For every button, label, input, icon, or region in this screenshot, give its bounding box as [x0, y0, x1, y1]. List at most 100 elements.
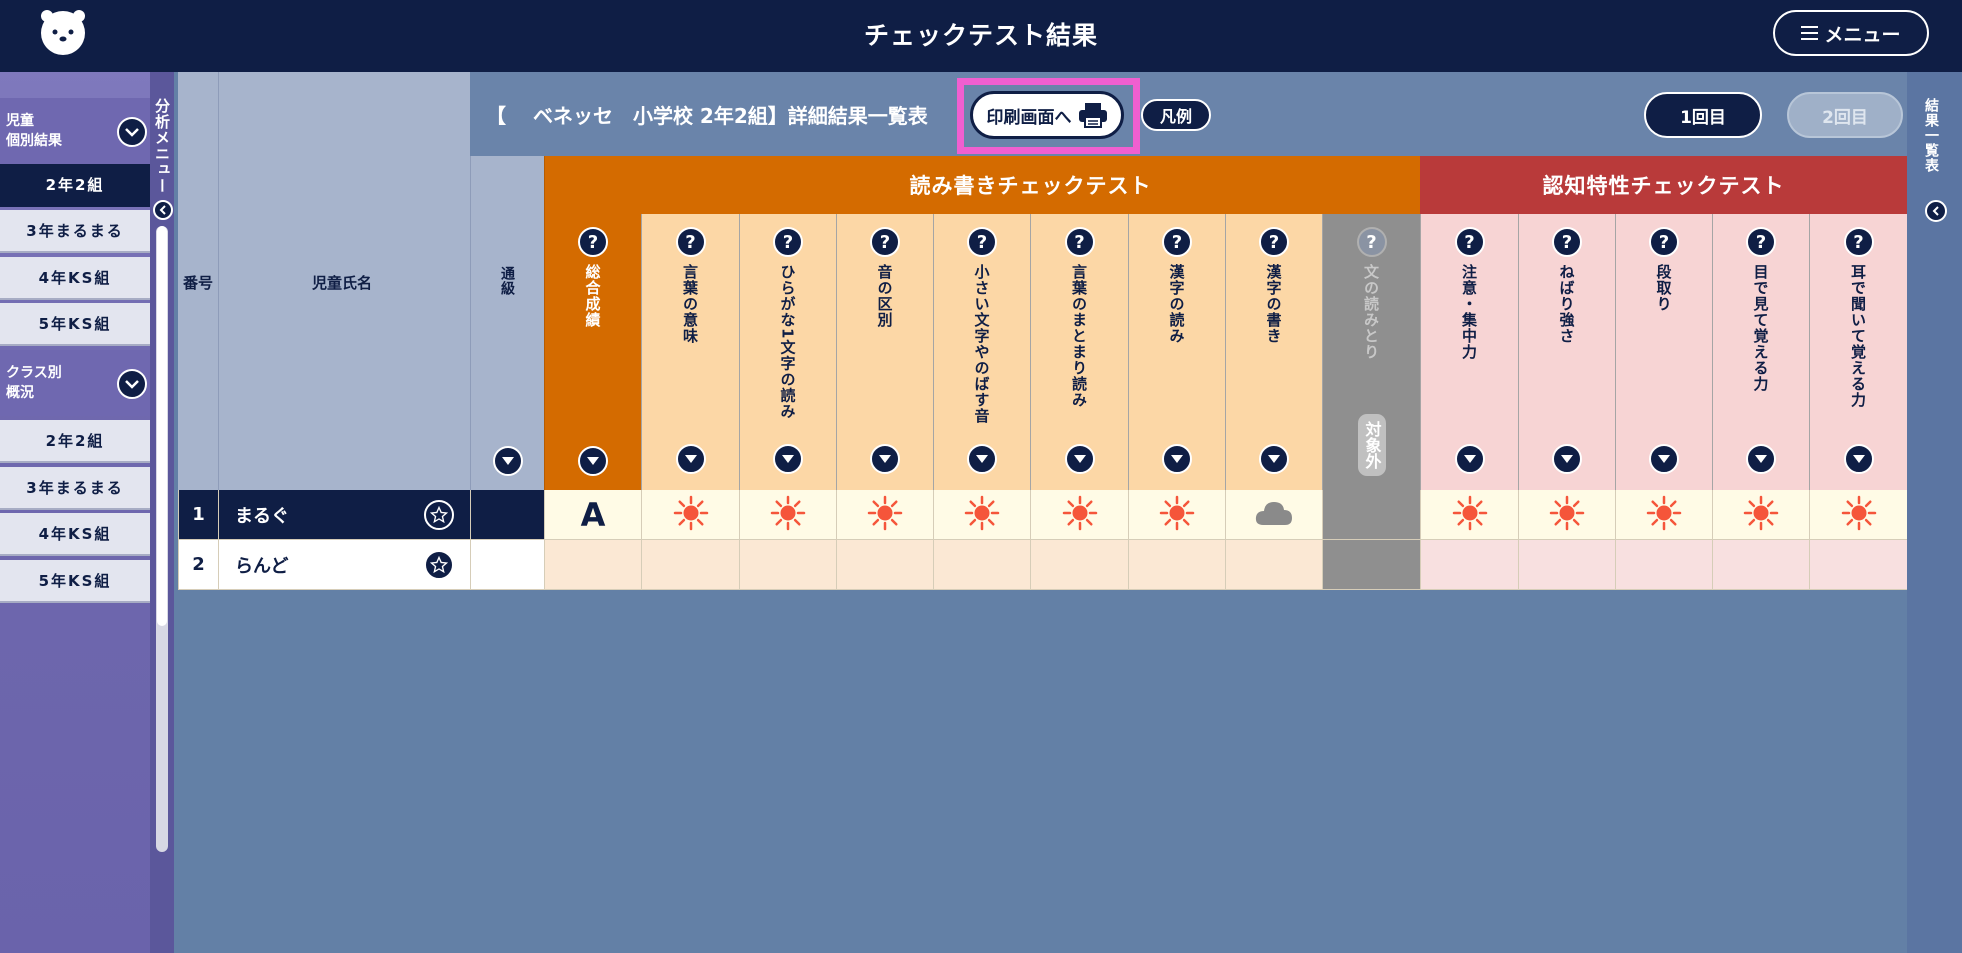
- scrollbar-thumb[interactable]: [157, 226, 167, 626]
- sidebar-group-individual[interactable]: 児童 個別結果: [0, 98, 150, 164]
- subcolumn-header: ? 言葉の意味: [641, 214, 739, 490]
- subcolumn-header: ? ねばり強さ: [1518, 214, 1615, 490]
- help-question-icon[interactable]: ?: [1552, 227, 1582, 257]
- subcolumn-header: ? 漢字の書き: [1225, 214, 1322, 490]
- help-question-icon[interactable]: ?: [1649, 227, 1679, 257]
- sort-down-icon[interactable]: [773, 444, 803, 474]
- table-row[interactable]: 1 まるぐ A: [178, 490, 1907, 540]
- print-button-label: 印刷画面へ: [986, 107, 1072, 128]
- sidebar-item-2-2[interactable]: 2年2組: [0, 164, 150, 207]
- score-cell: [1128, 540, 1225, 590]
- sun-icon: [1743, 495, 1779, 535]
- top-bar: チェックテスト結果 メニュー: [0, 0, 1962, 72]
- menu-button-label: メニュー: [1824, 23, 1901, 46]
- hamburger-icon: [1801, 26, 1819, 40]
- sort-down-icon[interactable]: [1649, 444, 1679, 474]
- score-cell: [641, 540, 739, 590]
- star-badge-icon[interactable]: [424, 500, 454, 530]
- help-question-icon[interactable]: ?: [1843, 227, 1874, 257]
- help-question-icon[interactable]: ?: [1162, 227, 1192, 257]
- chevron-down-icon[interactable]: [117, 117, 147, 147]
- score-cell: [1420, 490, 1518, 540]
- sidebar-item-4-ks[interactable]: 4年KS組: [0, 513, 150, 556]
- help-question-icon[interactable]: ?: [870, 227, 900, 257]
- collapse-left-icon[interactable]: [153, 200, 173, 220]
- help-question-icon[interactable]: ?: [1064, 227, 1095, 257]
- print-button[interactable]: 印刷画面へ: [970, 91, 1124, 139]
- score-cell: [1322, 490, 1420, 540]
- subcolumn-label: 言葉の意味: [681, 264, 699, 344]
- student-name-cell[interactable]: らんど: [218, 540, 470, 590]
- star-badge-icon[interactable]: [424, 550, 454, 580]
- help-question-icon[interactable]: ?: [675, 227, 706, 257]
- round-2-button[interactable]: 2回目: [1787, 92, 1903, 138]
- help-question-icon[interactable]: ?: [578, 227, 608, 257]
- student-name-cell[interactable]: まるぐ: [218, 490, 470, 540]
- subcolumn-header: ? 文の読みとり 対象外: [1322, 214, 1420, 490]
- sidebar-item-3-marumaru[interactable]: 3年まるまる: [0, 210, 150, 253]
- result-list-vertical-label: 結果一覧表: [1923, 98, 1939, 173]
- chevron-down-icon[interactable]: [117, 369, 147, 399]
- subcolumn-label: 言葉のまとまり読み: [1070, 264, 1088, 408]
- sidebar-item-4-ks[interactable]: 4年KS組: [0, 257, 150, 300]
- legend-button[interactable]: 凡例: [1141, 99, 1211, 131]
- subcolumn-header: ? 段取り: [1615, 214, 1712, 490]
- subcolumn-header: ? 耳で聞いて覚える力: [1809, 214, 1907, 490]
- table-row[interactable]: 2 らんど: [178, 540, 1907, 590]
- sun-icon: [867, 495, 903, 535]
- subcolumn-label: 小さい文字やのばす音: [972, 264, 991, 424]
- overall-grade: A: [544, 490, 641, 540]
- sort-down-icon[interactable]: [1064, 444, 1095, 474]
- score-cell: [933, 490, 1030, 540]
- sidebar-item-5-ks[interactable]: 5年KS組: [0, 303, 150, 346]
- sidebar-scrollbar[interactable]: [156, 226, 168, 852]
- subcolumn-label: 漢字の読み: [1167, 264, 1186, 344]
- result-title: 【 ベネッセ 小学校 2年2組】詳細結果一覧表: [486, 104, 928, 128]
- menu-button[interactable]: メニュー: [1773, 10, 1929, 56]
- printer-icon: [1078, 103, 1107, 128]
- sidebar-item-2-2[interactable]: 2年2組: [0, 420, 150, 463]
- name-column-header: 児童氏名: [218, 72, 470, 490]
- score-cell: [641, 490, 739, 540]
- sun-icon: [1646, 495, 1682, 535]
- round-1-button[interactable]: 1回目: [1644, 92, 1762, 138]
- sort-down-icon[interactable]: [1843, 444, 1874, 474]
- sort-down-icon[interactable]: [492, 446, 523, 476]
- subcolumn-label: 文の読みとり: [1362, 264, 1380, 360]
- collapse-right-icon[interactable]: [1925, 200, 1947, 222]
- subcolumn-header: ? 注意・集中力: [1420, 214, 1518, 490]
- help-question-icon[interactable]: ?: [1259, 227, 1289, 257]
- help-question-icon[interactable]: ?: [773, 227, 803, 257]
- subcolumn-label: 目で見て覚える力: [1751, 264, 1770, 392]
- sun-icon: [1841, 495, 1877, 535]
- score-cell: [1225, 540, 1322, 590]
- sort-down-icon[interactable]: [967, 444, 997, 474]
- sort-down-icon[interactable]: [1552, 444, 1582, 474]
- subcolumn-header: ? 漢字の読み: [1128, 214, 1225, 490]
- number-column-header: 番号: [178, 72, 218, 490]
- sort-down-icon[interactable]: [870, 444, 900, 474]
- sidebar-group-class[interactable]: クラス別 概況: [0, 350, 150, 416]
- sort-down-icon[interactable]: [578, 446, 608, 476]
- student-name: まるぐ: [235, 505, 289, 527]
- score-cell: [1615, 490, 1712, 540]
- sort-down-icon[interactable]: [1454, 444, 1485, 474]
- help-question-icon[interactable]: ?: [1746, 227, 1776, 257]
- sidebar-item-5-ks[interactable]: 5年KS組: [0, 560, 150, 603]
- sidebar-item-3-marumaru[interactable]: 3年まるまる: [0, 467, 150, 510]
- subcolumn-label: ひらがな1文字の読み: [778, 264, 797, 420]
- help-question-icon[interactable]: ?: [967, 227, 997, 257]
- sort-down-icon[interactable]: [1162, 444, 1192, 474]
- help-question-icon[interactable]: ?: [1454, 227, 1485, 257]
- student-name: らんど: [235, 555, 289, 577]
- score-cell: [1030, 540, 1128, 590]
- sun-icon: [964, 495, 1000, 535]
- help-question-icon[interactable]: ?: [1356, 227, 1387, 257]
- sort-down-icon[interactable]: [1259, 444, 1289, 474]
- overall-header-label: 総合成績: [583, 264, 602, 328]
- cognitive-test-header: 認知特性チェックテスト: [1420, 156, 1907, 214]
- subcolumn-label: 耳で聞いて覚える力: [1849, 264, 1867, 408]
- score-cell: [1322, 540, 1420, 590]
- sort-down-icon[interactable]: [675, 444, 706, 474]
- sort-down-icon[interactable]: [1746, 444, 1776, 474]
